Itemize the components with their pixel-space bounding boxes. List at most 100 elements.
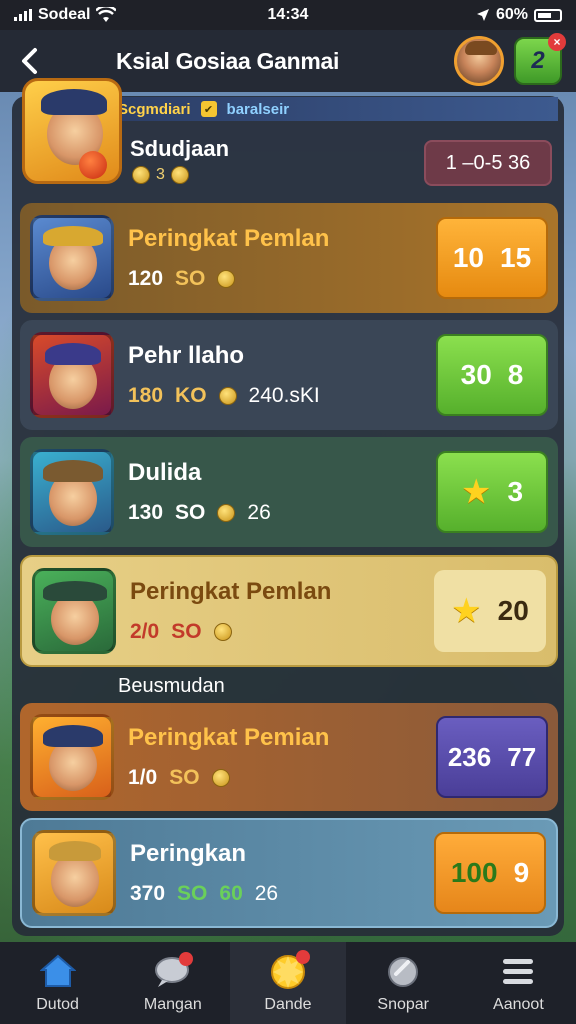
hero-coin-count: 3 [156, 166, 165, 183]
player-name: Peringkan [130, 840, 247, 867]
player-name: Dulida [128, 459, 202, 486]
leaderboard-row-4[interactable]: Peringkat Pemlan 2/0 SO ★ 20 [20, 555, 558, 667]
player-avatar [30, 449, 114, 535]
player-avatar [32, 568, 116, 654]
leaderboard-row-2[interactable]: Pehr llaho 180 KO 240.sKI 30 8 [20, 320, 558, 430]
score-box: 236 77 [436, 716, 548, 798]
nav-item-shield[interactable]: Snopar [346, 942, 461, 1024]
player-stat: SO [169, 766, 200, 789]
score-value: 100 [450, 857, 498, 888]
trophy-icon [268, 950, 310, 990]
player-stat: 2/0 [130, 620, 160, 643]
player-stat: 370 [130, 882, 166, 905]
player-name: Peringkat Pemian [128, 724, 330, 751]
score-box: 10 15 [436, 217, 548, 299]
score-value: 77 [507, 741, 537, 772]
battery-label: 60% [495, 6, 528, 23]
coin-icon [170, 166, 189, 184]
nav-item-menu[interactable]: Aanoot [461, 942, 576, 1024]
nav-label: Dande [264, 996, 312, 1013]
nav-item-trophy[interactable]: Dande [230, 942, 346, 1024]
score-value: 20 [497, 595, 529, 626]
chat-icon [153, 952, 193, 990]
battery-icon [534, 8, 562, 22]
player-stat: 180 [128, 384, 164, 407]
score-box: ★ 3 [436, 451, 548, 533]
bottom-nav: Dutod Mangan Dande Snopar Aanoot [0, 942, 576, 1024]
player-stat: SO [177, 882, 208, 905]
score-value: 8 [507, 359, 524, 390]
hero-label-secondary: baralseir [226, 100, 290, 118]
section-label: Beusmudan [118, 675, 225, 697]
player-stat: 130 [128, 501, 164, 524]
score-value: 10 [452, 242, 484, 273]
leaderboard-row-1[interactable]: Peringkat Pemlan 120 SO 10 15 [20, 203, 558, 313]
back-button[interactable] [14, 41, 44, 81]
score-value: 15 [500, 242, 532, 273]
user-avatar[interactable] [454, 36, 504, 86]
hero-score-box: 1 –0-5 36 [424, 140, 552, 186]
signal-icon [14, 9, 32, 21]
score-value: 30 [460, 359, 492, 390]
player-name: Peringkat Pemlan [130, 578, 332, 605]
carrier-label: Sodeal [38, 6, 91, 23]
chevron-left-icon [22, 48, 37, 74]
nav-label: Aanoot [493, 996, 544, 1013]
player-stat: SO [175, 501, 206, 524]
leaderboard-row-6[interactable]: Peringkan 370 SO 60 26 100 9 [20, 818, 558, 928]
nav-label: Mangan [143, 996, 202, 1013]
star-icon: ★ [451, 592, 482, 630]
hero-name: Sdudjaan [130, 136, 230, 161]
score-box: ★ 20 [434, 570, 546, 652]
home-icon [38, 952, 78, 990]
coin-icon [132, 166, 150, 184]
player-stat: KO [175, 384, 207, 407]
page-title: Ksial Gosiaa Ganmai [116, 47, 340, 74]
leaderboard-row-3[interactable]: Dulida 130 SO 26 ★ 3 [20, 437, 558, 547]
menu-icon [498, 952, 538, 990]
player-name: Peringkat Pemlan [128, 225, 330, 252]
score-box: 30 8 [436, 334, 548, 416]
coin-icon [213, 623, 232, 641]
nav-label: Dutod [36, 996, 79, 1013]
level-badge-button[interactable]: 2 × [514, 33, 566, 85]
coin-icon [217, 504, 236, 522]
score-value: 9 [513, 857, 530, 888]
player-avatar [30, 332, 114, 418]
flame-icon [79, 151, 107, 179]
wifi-icon [96, 7, 117, 22]
status-bar: Sodeal 14:34 60% [0, 0, 576, 30]
status-time: 14:34 [267, 6, 309, 23]
close-icon[interactable]: × [548, 33, 566, 51]
shield-icon [383, 952, 423, 990]
hero-coins: 3 [132, 166, 189, 184]
player-stat: 1/0 [128, 766, 158, 789]
nav-item-home[interactable]: Dutod [0, 942, 115, 1024]
player-avatar [30, 714, 114, 800]
player-stat: 26 [247, 501, 271, 524]
coin-icon [218, 387, 237, 405]
score-value: 236 [447, 741, 492, 772]
hero-avatar [22, 78, 122, 184]
leaderboard-row-5[interactable]: Peringkat Pemian 1/0 SO 236 77 [20, 703, 558, 811]
coin-icon [211, 769, 230, 787]
nav-item-chat[interactable]: Mangan [115, 942, 230, 1024]
player-name: Pehr llaho [128, 342, 245, 369]
hero-label-primary: Scgmdiari [118, 100, 191, 118]
score-value: 3 [507, 476, 524, 507]
player-avatar [32, 830, 116, 916]
player-avatar [30, 215, 114, 301]
player-stat: 26 [254, 882, 279, 905]
player-stat: SO [175, 267, 206, 290]
player-stat: SO [171, 620, 202, 643]
level-badge-label: 2 [531, 47, 545, 74]
check-icon: ✔ [200, 101, 217, 117]
player-stat: 120 [128, 267, 164, 290]
coin-icon [217, 270, 236, 288]
star-icon: ★ [460, 473, 492, 511]
score-box: 100 9 [434, 832, 546, 914]
nav-label: Snopar [377, 996, 429, 1013]
player-stat: 60 [219, 882, 243, 905]
location-icon [476, 9, 489, 21]
player-stat: 240.sKI [248, 384, 320, 407]
